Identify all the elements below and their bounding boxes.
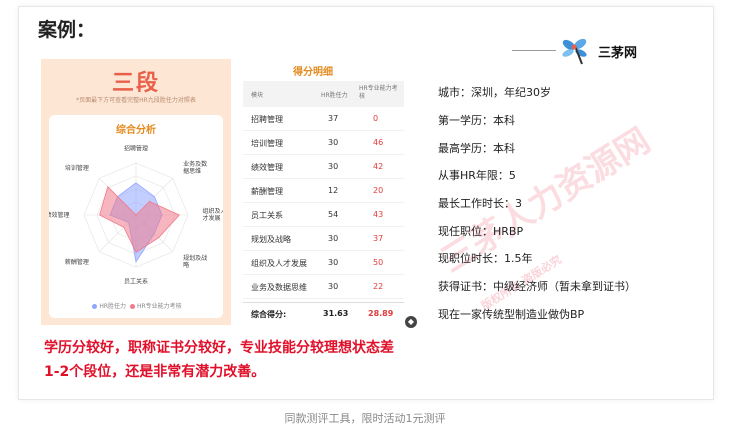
total-label: 综合得分: bbox=[251, 310, 287, 319]
radar-title: 综合分析 bbox=[116, 125, 156, 136]
table-row: 组织及人才发展 30 50 bbox=[243, 251, 404, 275]
cell-pro: 50 bbox=[373, 258, 384, 267]
cell-hr: 30 bbox=[328, 162, 339, 171]
header-hr: HR胜任力 bbox=[321, 92, 348, 99]
info-line: 现职位时长：1.5年 bbox=[438, 252, 533, 265]
level-subtitle: *页面最下方可查看完整HR九段胜任力对照表 bbox=[76, 97, 196, 104]
info-line: 最长工作时长：3 bbox=[438, 197, 522, 210]
cell-module: 业务及数据思维 bbox=[251, 283, 307, 292]
cell-pro: 37 bbox=[373, 234, 384, 243]
dragonfly-logo-icon bbox=[562, 38, 587, 65]
cell-pro: 0 bbox=[373, 114, 379, 123]
total-hr: 31.63 bbox=[323, 309, 349, 318]
radar-label: 薪酬管理 bbox=[65, 258, 89, 266]
table-row: 业务及数据思维 30 22 bbox=[243, 275, 404, 299]
cell-pro: 46 bbox=[373, 138, 384, 147]
cell-hr: 30 bbox=[328, 258, 339, 267]
cell-module: 招聘管理 bbox=[251, 115, 283, 124]
radar-chart: 招聘管理业务及数据思维组织及人才发展规划及战略员工关系 薪酬管理 绩效管理 培训管理 bbox=[49, 144, 223, 286]
cell-hr: 30 bbox=[328, 234, 339, 243]
total-pro: 28.89 bbox=[368, 309, 394, 318]
info-line: 第一学历：本科 bbox=[438, 114, 515, 127]
legend-dot-pro bbox=[129, 304, 135, 309]
legend-dot-hr bbox=[92, 304, 98, 309]
info-line: 现在一家传统型制造业做伪BP bbox=[438, 308, 585, 321]
info-line: 获得证书：中级经济师（暂未拿到证书） bbox=[438, 280, 636, 293]
cell-hr: 54 bbox=[328, 210, 339, 219]
legend-label-hr: HR胜任力 bbox=[99, 303, 127, 310]
total-row: 综合得分: 31.63 28.89 bbox=[243, 302, 404, 325]
radar-label: 绩效管理 bbox=[49, 211, 69, 219]
table-row: 员工关系 54 43 bbox=[243, 203, 404, 227]
header-pro: HR专业能力考核 bbox=[359, 85, 398, 100]
radar-legend: HR胜任力 HR专业能力考核 bbox=[49, 301, 223, 310]
table-row: 薪酬管理 12 20 bbox=[243, 179, 404, 203]
image-caption: 同款测评工具，限时活动1元测评 bbox=[284, 412, 446, 425]
cell-hr: 12 bbox=[328, 186, 339, 195]
table-title: 得分明细 bbox=[293, 67, 333, 78]
header-module: 模块 bbox=[251, 92, 264, 99]
cell-module: 员工关系 bbox=[251, 211, 283, 220]
scroll-button[interactable]: ◆ bbox=[405, 316, 417, 328]
radar-label: 规划及战略 bbox=[183, 254, 207, 269]
report-panel: 三段 *页面最下方可查看完整HR九段胜任力对照表 综合分析 招聘管理业务及数据思… bbox=[41, 59, 231, 325]
cell-module: 培训管理 bbox=[251, 139, 283, 148]
summary-text: 学历分较好，职称证书分较好，专业技能分较理想状态差1-2个段位，还是非常有潜力改… bbox=[44, 340, 394, 380]
cell-pro: 43 bbox=[373, 210, 384, 219]
radar-label: 培训管理 bbox=[65, 164, 89, 172]
cell-module: 薪酬管理 bbox=[251, 187, 283, 196]
level-title: 三段 bbox=[111, 71, 160, 96]
cell-pro: 22 bbox=[373, 282, 384, 291]
cell-hr: 37 bbox=[328, 114, 339, 123]
cell-hr: 30 bbox=[328, 138, 339, 147]
info-line: 最高学历：本科 bbox=[438, 142, 515, 155]
cell-pro: 42 bbox=[373, 162, 384, 171]
cell-module: 规划及战略 bbox=[251, 235, 291, 244]
cell-module: 绩效管理 bbox=[251, 163, 283, 172]
table-row: 规划及战略 30 37 bbox=[243, 227, 404, 251]
cell-module: 组织及人才发展 bbox=[251, 259, 307, 268]
brand-name: 三茅网 bbox=[598, 46, 638, 61]
radar-label: 招聘管理 bbox=[124, 144, 148, 152]
brand-divider bbox=[512, 50, 556, 51]
table-row: 培训管理 30 46 bbox=[243, 131, 404, 155]
table-header: 模块 HR胜任力 HR专业能力考核 bbox=[243, 81, 404, 107]
radar-label: 组织及人才发展 bbox=[203, 207, 223, 222]
info-line: 现任职位：HRBP bbox=[438, 225, 524, 238]
brand-block: 三茅网 bbox=[512, 36, 652, 66]
cell-pro: 20 bbox=[373, 186, 384, 195]
info-line: 从事HR年限：5 bbox=[438, 169, 516, 182]
legend-label-pro: HR专业能力考核 bbox=[136, 303, 182, 310]
radar-label: 业务及数据思维 bbox=[183, 160, 207, 175]
cell-hr: 30 bbox=[328, 282, 339, 291]
case-heading: 案例： bbox=[38, 19, 96, 41]
table-row: 招聘管理 37 0 bbox=[243, 107, 404, 131]
score-table: 模块 HR胜任力 HR专业能力考核 招聘管理 37 0 培训管理 30 46 绩效管理 3… bbox=[243, 81, 404, 299]
radar-card: 综合分析 招聘管理业务及数据思维组织及人才发展规划及战略员工关系 薪酬管理 绩效管理… bbox=[49, 115, 223, 318]
radar-label: 员工关系 bbox=[124, 278, 148, 286]
info-line: 城市：深圳，年纪30岁 bbox=[438, 86, 551, 99]
table-row: 绩效管理 30 42 bbox=[243, 155, 404, 179]
